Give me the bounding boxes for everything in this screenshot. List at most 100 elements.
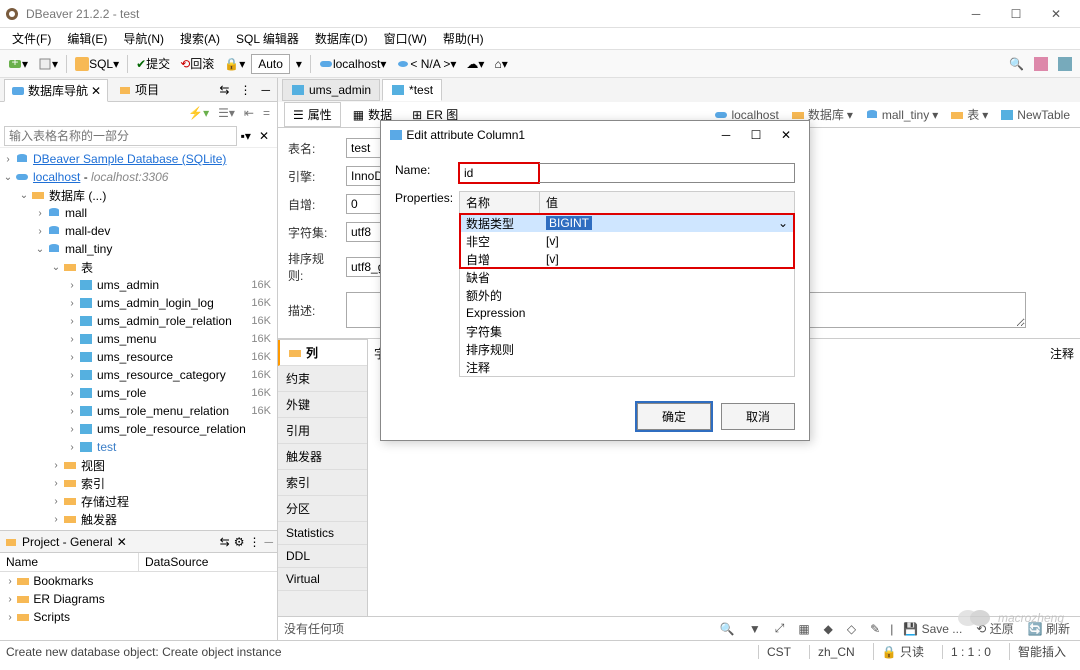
tree-table-row[interactable]: ›ums_role16K <box>0 384 277 402</box>
minimize-button[interactable]: ─ <box>956 0 996 28</box>
conn-combo[interactable]: localhost ▾ <box>315 55 390 73</box>
tx-mode-button[interactable]: 🔒▾ <box>220 55 249 73</box>
new-connection-button[interactable]: +▾ <box>4 55 32 73</box>
dialog-min-button[interactable]: ─ <box>711 128 741 142</box>
dialog-close-button[interactable]: ✕ <box>771 128 801 142</box>
tree-table-row[interactable]: ›test <box>0 438 277 456</box>
prop-tab-triggers[interactable]: 触发器 <box>278 444 367 470</box>
nav-tab-project[interactable]: 项目 <box>112 79 165 100</box>
auto-commit-combo[interactable]: Auto <box>251 54 290 74</box>
prop-row[interactable]: 字符集 <box>460 322 794 340</box>
rollback-button[interactable]: ⟲回滚 <box>176 53 218 74</box>
tree-db-mall[interactable]: mall <box>65 206 87 220</box>
tree-procs[interactable]: 存储过程 <box>81 493 129 510</box>
prop-row[interactable]: 注释 <box>460 358 794 376</box>
prop-row[interactable]: 排序规则 <box>460 340 794 358</box>
bc-tables[interactable]: 表 ▾ <box>946 104 992 125</box>
schema-combo[interactable]: < N/A > ▾ <box>392 55 460 73</box>
prop-tab-constraints[interactable]: 约束 <box>278 366 367 392</box>
project-min-button[interactable]: ─ <box>264 535 273 549</box>
menu-database[interactable]: 数据库(D) <box>307 28 376 49</box>
project-item[interactable]: › ER Diagrams <box>0 590 277 608</box>
editor-tab-umsadmin[interactable]: ums_admin <box>282 79 380 101</box>
filter-clear-button[interactable]: ▪▾ <box>237 127 255 145</box>
project-sync-button[interactable]: ⇆ <box>220 535 230 549</box>
prop-tab-indexes[interactable]: 索引 <box>278 470 367 496</box>
tree-table-row[interactable]: ›ums_admin_login_log16K <box>0 294 277 312</box>
grid-icon[interactable]: ▦ <box>794 620 813 638</box>
database-tree[interactable]: ›DBeaver Sample Database (SQLite) ⌄local… <box>0 148 277 530</box>
edit-icon[interactable]: ✎ <box>866 620 884 638</box>
tree-table-row[interactable]: ›ums_role_menu_relation16K <box>0 402 277 420</box>
menu-file[interactable]: 文件(F) <box>4 28 59 49</box>
dialog-ok-button[interactable]: 确定 <box>637 403 711 430</box>
bc-table[interactable]: NewTable <box>996 106 1074 124</box>
nav-tab-database[interactable]: 数据库导航 ✕ <box>4 79 108 102</box>
tree-triggers[interactable]: 触发器 <box>81 511 117 528</box>
prop-row[interactable]: 自增[v] <box>460 250 794 268</box>
project-config-button[interactable]: ⚙ <box>234 535 245 549</box>
prop-row[interactable]: 非空[v] <box>460 232 794 250</box>
add-icon[interactable]: ◆ <box>820 620 837 638</box>
perspective-db-button[interactable] <box>1030 55 1052 73</box>
project-col-name[interactable]: Name <box>0 553 139 571</box>
tree-tables[interactable]: 表 <box>81 259 93 276</box>
commit-button[interactable]: ✔提交 <box>132 53 174 74</box>
prop-tab-virtual[interactable]: Virtual <box>278 568 367 591</box>
tree-table-row[interactable]: ›ums_role_resource_relation <box>0 420 277 438</box>
dlg-props-table[interactable]: 名称值 数据类型BIGINT⌄ 非空[v] 自增[v] 缺省 额外的 Expre… <box>459 191 795 377</box>
tree-table-row[interactable]: ›ums_admin16K <box>0 276 277 294</box>
prop-tab-parts[interactable]: 分区 <box>278 496 367 522</box>
expand-icon[interactable]: ⤢ <box>771 619 789 638</box>
prop-row[interactable]: 缺省 <box>460 268 794 286</box>
close-button[interactable]: ✕ <box>1036 0 1076 28</box>
bc-db[interactable]: mall_tiny ▾ <box>861 106 942 124</box>
home-button[interactable]: ⌂▾ <box>490 55 511 73</box>
nav-connect-button[interactable]: ⚡▾ <box>185 105 212 121</box>
prop-tab-refs[interactable]: 引用 <box>278 418 367 444</box>
tree-db-malltiny[interactable]: mall_tiny <box>65 242 112 256</box>
panel-menu-button[interactable]: ⋮ <box>236 81 254 99</box>
maximize-button[interactable]: ☐ <box>996 0 1036 28</box>
tree-table-row[interactable]: ›ums_resource16K <box>0 348 277 366</box>
prop-tab-ddl[interactable]: DDL <box>278 545 367 568</box>
nav-collapse-button[interactable]: ⇤ <box>241 105 257 121</box>
tree-db-malldev[interactable]: mall-dev <box>65 224 110 238</box>
project-col-ds[interactable]: DataSource <box>139 553 277 571</box>
tree-table-row[interactable]: ›ums_menu16K <box>0 330 277 348</box>
tree-table-row[interactable]: ›ums_admin_role_relation16K <box>0 312 277 330</box>
del-icon[interactable]: ◇ <box>843 620 860 638</box>
link-editor-button[interactable]: ⇆ <box>216 81 232 99</box>
panel-min-button[interactable]: ─ <box>258 81 273 99</box>
nav-settings-button[interactable]: ☰▾ <box>215 105 238 121</box>
tree-table-row[interactable]: ›ums_resource_category16K <box>0 366 277 384</box>
project-item[interactable]: › Bookmarks <box>0 572 277 590</box>
tree-views[interactable]: 视图 <box>81 457 105 474</box>
menu-sql[interactable]: SQL 编辑器 <box>228 28 307 49</box>
tx-log-button[interactable]: ▾ <box>292 55 306 73</box>
menu-edit[interactable]: 编辑(E) <box>59 28 115 49</box>
prop-tab-stats[interactable]: Statistics <box>278 522 367 545</box>
filter-icon[interactable]: ▼ <box>745 620 765 638</box>
prop-row[interactable]: 额外的 <box>460 286 794 304</box>
dialog-max-button[interactable]: ☐ <box>741 128 771 142</box>
nav-refresh-button[interactable]: = <box>260 105 273 121</box>
filter-history-button[interactable]: ✕ <box>255 127 273 145</box>
tree-indexes[interactable]: 索引 <box>81 475 105 492</box>
project-item[interactable]: › Scripts <box>0 608 277 626</box>
prop-tab-fk[interactable]: 外键 <box>278 392 367 418</box>
search-icon[interactable]: 🔍 <box>716 620 739 638</box>
project-menu-button[interactable]: ⋮ <box>248 535 260 549</box>
sql-button[interactable]: SQL▾ <box>71 55 123 73</box>
tree-root[interactable]: DBeaver Sample Database (SQLite) <box>33 152 226 166</box>
dlg-name-input[interactable] <box>459 163 539 183</box>
menu-window[interactable]: 窗口(W) <box>376 28 435 49</box>
perspective-button[interactable] <box>1054 55 1076 73</box>
subtab-props[interactable]: ☰ 属性 <box>284 102 341 127</box>
dialog-title-bar[interactable]: Edit attribute Column1 ─ ☐ ✕ <box>381 121 809 149</box>
prop-row[interactable]: Expression <box>460 304 794 322</box>
prop-row[interactable]: 数据类型BIGINT⌄ <box>460 214 794 232</box>
menu-nav[interactable]: 导航(N) <box>115 28 172 49</box>
cloud-button[interactable]: ☁▾ <box>462 55 488 73</box>
filter-input[interactable] <box>4 126 237 146</box>
